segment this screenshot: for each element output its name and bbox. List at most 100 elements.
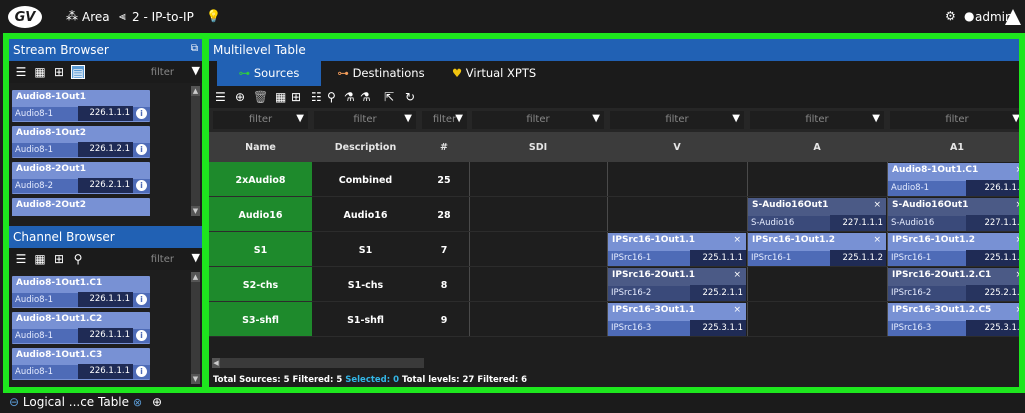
info-icon[interactable]: i [136, 180, 147, 191]
info-icon[interactable]: i [136, 144, 147, 155]
area-label[interactable]: Area [82, 10, 110, 24]
grid-large-icon[interactable]: ▦ [33, 252, 47, 266]
list-item[interactable]: Audio8-1Out1.C1 Audio8-1 226.1.1.1 i [12, 276, 150, 308]
warning-icon[interactable] [1004, 8, 1022, 26]
table-row[interactable]: S2-chs S1-chs 8 IPSrc16-2Out1.1 × IPSrc16… [209, 267, 1019, 302]
level-source-name: IPSrc16-3Out1.1 [612, 305, 696, 315]
list-item[interactable]: Audio8-1Out1.C3 Audio8-1 226.1.1.1 i [12, 348, 150, 380]
row-name: S1 [209, 232, 312, 266]
add-tab-icon[interactable]: ⊕ [152, 395, 162, 409]
filter-icon[interactable]: ▼ [192, 64, 200, 77]
info-icon[interactable]: i [136, 294, 147, 305]
stream-filter-input[interactable]: filter [151, 67, 174, 78]
filter-a1[interactable]: filter ▼ [890, 111, 1019, 129]
close-icon[interactable]: × [1015, 165, 1019, 175]
filter-description[interactable]: filter ▼ [314, 111, 416, 129]
layout-label[interactable]: 2 - IP-to-IP [132, 10, 194, 24]
list-view-icon[interactable]: ☰ [14, 65, 28, 79]
close-icon[interactable]: × [1015, 200, 1019, 210]
scroll-up-icon[interactable]: ▲ [191, 272, 200, 282]
close-tab-icon[interactable]: ⊗ [133, 396, 142, 409]
grid-small-icon[interactable]: ⊞ [52, 252, 66, 266]
level-cell[interactable]: IPSrc16-3Out1.2.C5× IPSrc16-3 225.3.1.2 [888, 303, 1019, 336]
close-icon[interactable]: × [733, 270, 741, 280]
close-icon[interactable]: × [733, 235, 741, 245]
tab-virtual-xpts[interactable]: ♥ Virtual XPTS [439, 61, 549, 86]
panel-divider[interactable] [202, 33, 209, 393]
filter-a[interactable]: filter ▼ [750, 111, 884, 129]
list-view-icon[interactable]: ☰ [215, 90, 226, 104]
column-header-v[interactable]: V [607, 132, 747, 162]
list-item[interactable]: Audio8-1Out2 Audio8-1 226.1.2.1 i [12, 126, 150, 158]
scroll-up-icon[interactable]: ▲ [191, 86, 200, 96]
filter-v[interactable]: filter ▼ [610, 111, 744, 129]
scroll-down-icon[interactable]: ▼ [191, 206, 200, 216]
column-header-a[interactable]: A [747, 132, 887, 162]
table-row[interactable]: S1 S1 7 IPSrc16-1Out1.1 × IPSrc16-1 225.1… [209, 232, 1019, 267]
card-view-icon[interactable]: ☷ [311, 90, 322, 104]
table-row[interactable]: S3-shfl S1-shfl 9 IPSrc16-3Out1.1 × IPSrc… [209, 302, 1019, 337]
close-icon[interactable]: × [1015, 270, 1019, 280]
level-cell[interactable]: IPSrc16-2Out1.2.C1× IPSrc16-2 225.2.1.2 [888, 268, 1019, 301]
grid-large-icon[interactable]: ▦ [33, 65, 47, 79]
level-cell[interactable]: IPSrc16-1Out1.2× IPSrc16-1 225.1.1.2 [748, 233, 886, 266]
level-cell[interactable]: IPSrc16-1Out1.2× IPSrc16-1 225.1.1.2 [888, 233, 1019, 266]
close-icon[interactable]: × [873, 235, 881, 245]
close-icon[interactable]: × [1015, 235, 1019, 245]
link-icon[interactable]: ⚲ [327, 90, 336, 104]
card-view-icon[interactable]: ▤ [71, 65, 85, 80]
close-icon[interactable]: × [733, 305, 741, 315]
tab-logical-source-table[interactable]: ⊖ Logical ...ce Table ⊗ [9, 395, 142, 409]
detach-icon[interactable]: ⧉ [191, 43, 198, 57]
close-icon[interactable]: × [1015, 305, 1019, 315]
level-cell[interactable]: IPSrc16-3Out1.1 × IPSrc16-3 225.3.1.1 [608, 303, 746, 336]
gear-icon[interactable]: ⚙ [945, 9, 956, 23]
filter-sdi[interactable]: filter ▼ [472, 111, 604, 129]
info-icon[interactable]: i [136, 108, 147, 119]
channel-scrollbar[interactable]: ▲ ▼ [191, 272, 200, 384]
filter-options-icon[interactable]: ⚗ [360, 90, 371, 104]
level-cell[interactable]: IPSrc16-2Out1.1 × IPSrc16-2 225.2.1.1 [608, 268, 746, 301]
stream-scrollbar[interactable]: ▲ ▼ [191, 86, 200, 216]
scroll-down-icon[interactable]: ▼ [191, 374, 200, 384]
filter-name[interactable]: filter ▼ [213, 111, 308, 129]
table-row[interactable]: 2xAudio8 Combined 25 Audio8-1Out1.C1× Au… [209, 162, 1019, 197]
row-number: 7 [440, 245, 448, 256]
link-icon[interactable]: ⚲ [71, 252, 85, 266]
tab-sources[interactable]: ⊶ Sources [217, 61, 321, 86]
level-cell[interactable]: S-Audio16Out1× S-Audio16 227.1.1.1 [748, 198, 886, 231]
top-bar: GV ⁂ Area ⫷ 2 - IP-to-IP 💡 ⚙ ● admin [0, 0, 1025, 34]
column-header-sdi[interactable]: SDI [469, 132, 607, 162]
column-header-description[interactable]: Description [312, 132, 419, 162]
add-icon[interactable]: ⊕ [235, 90, 245, 104]
info-icon[interactable]: i [136, 366, 147, 377]
list-item[interactable]: Audio8-2Out1 Audio8-2 226.2.1.1 i [12, 162, 150, 194]
info-icon[interactable]: i [136, 330, 147, 341]
column-header-number[interactable]: # [419, 132, 469, 162]
delete-icon[interactable]: 🗑 [253, 90, 268, 104]
channel-filter-input[interactable]: filter [151, 254, 174, 265]
list-item[interactable]: Audio8-1Out1 Audio8-1 226.1.1.1 i [12, 90, 150, 122]
horizontal-scrollbar[interactable]: ◀ [212, 358, 424, 368]
level-cell[interactable]: IPSrc16-1Out1.1 × IPSrc16-1 225.1.1.1 [608, 233, 746, 266]
grid-small-icon[interactable]: ⊞ [52, 65, 66, 79]
table-row[interactable]: Audio16 Audio16 28 S-Audio16Out1 × S-Audi… [209, 197, 1019, 232]
list-item[interactable]: Audio8-2Out2 [12, 198, 150, 216]
list-view-icon[interactable]: ☰ [14, 252, 28, 266]
tab-destinations[interactable]: ⊶ Destinations [329, 61, 433, 86]
filter-number[interactable]: filter ▼ [422, 111, 467, 129]
export-icon[interactable]: ⇱ [384, 90, 394, 104]
grid-large-icon[interactable]: ▦ [275, 90, 286, 104]
scroll-left-icon[interactable]: ◀ [212, 358, 220, 368]
grid-small-icon[interactable]: ⊞ [291, 90, 301, 104]
list-item[interactable]: Audio8-1Out1.C2 Audio8-1 226.1.1.1 i [12, 312, 150, 344]
close-icon[interactable]: × [873, 200, 881, 210]
clear-filter-icon[interactable]: ⚗ [344, 90, 355, 104]
lightbulb-icon[interactable]: 💡 [206, 9, 221, 23]
level-cell[interactable]: Audio8-1Out1.C1× Audio8-1 226.1.1.1 [888, 163, 1019, 196]
filter-icon[interactable]: ▼ [192, 251, 200, 264]
column-header-name[interactable]: Name [209, 132, 312, 162]
level-cell[interactable]: S-Audio16Out1× S-Audio16 227.1.1.1 [888, 198, 1019, 231]
refresh-icon[interactable]: ↻ [405, 90, 415, 104]
column-header-a1[interactable]: A1 [887, 132, 1019, 162]
